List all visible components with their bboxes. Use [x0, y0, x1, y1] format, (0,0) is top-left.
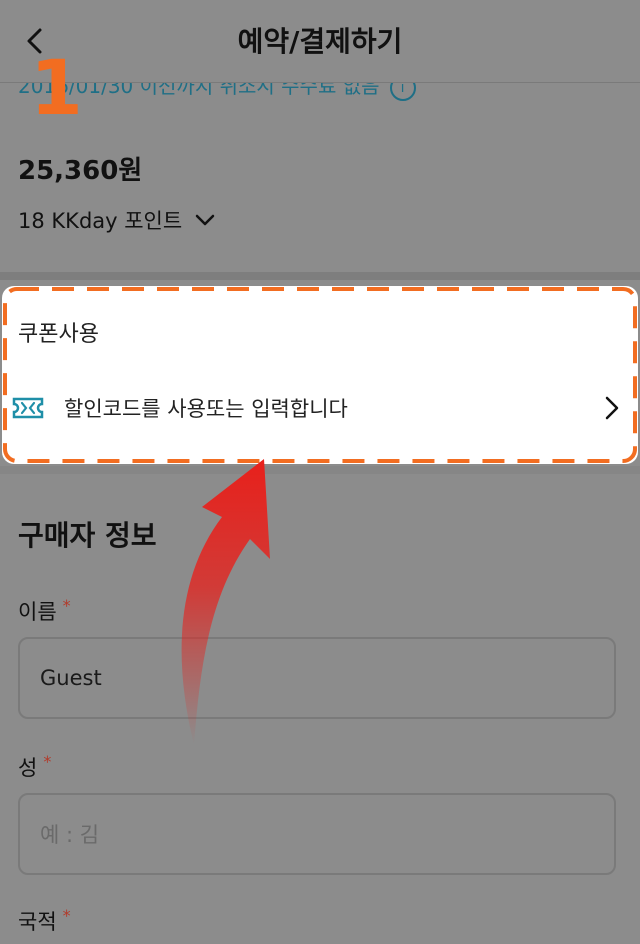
section-divider [0, 272, 640, 280]
first-name-value: Guest [40, 666, 102, 690]
last-name-placeholder: 예 : 김 [40, 823, 100, 847]
required-marker: * [62, 906, 71, 925]
annotation-arrow [181, 459, 270, 745]
chevron-down-icon [195, 214, 215, 226]
first-name-field[interactable]: Guest [18, 637, 616, 719]
highlight-dashed-border [3, 287, 637, 463]
page-title: 예약/결제하기 [237, 25, 403, 58]
country-label-text: 국적 [18, 910, 57, 934]
required-marker: * [62, 596, 71, 615]
section-divider [0, 466, 640, 474]
discount-code-row[interactable]: 할인코드를 사용또는 입력합니다 [12, 386, 620, 430]
step-number-marker: 1 [30, 43, 83, 132]
first-name-label-text: 이름 [18, 600, 57, 624]
points-label: 18 KKday 포인트 [18, 209, 183, 233]
last-name-label-text: 성 [18, 756, 38, 780]
chevron-right-icon [605, 396, 619, 420]
points-toggle[interactable]: 18 KKday 포인트 [18, 205, 216, 235]
last-name-field[interactable]: 예 : 김 [18, 793, 616, 875]
header-bar: 예약/결제하기 [0, 0, 640, 83]
buyer-info-title: 구매자 정보 [18, 519, 157, 552]
country-label: 국적 * [18, 906, 71, 936]
discount-code-label: 할인코드를 사용또는 입력합니다 [64, 397, 348, 421]
coupon-section-title: 쿠폰사용 [18, 322, 99, 347]
last-name-label: 성 * [18, 752, 51, 782]
coupon-section: 쿠폰사용 할인코드를 사용또는 입력합니다 [2, 286, 638, 464]
first-name-label: 이름 * [18, 596, 71, 626]
required-marker: * [43, 752, 52, 771]
total-price: 25,360원 [18, 156, 143, 186]
ticket-icon [12, 397, 44, 419]
